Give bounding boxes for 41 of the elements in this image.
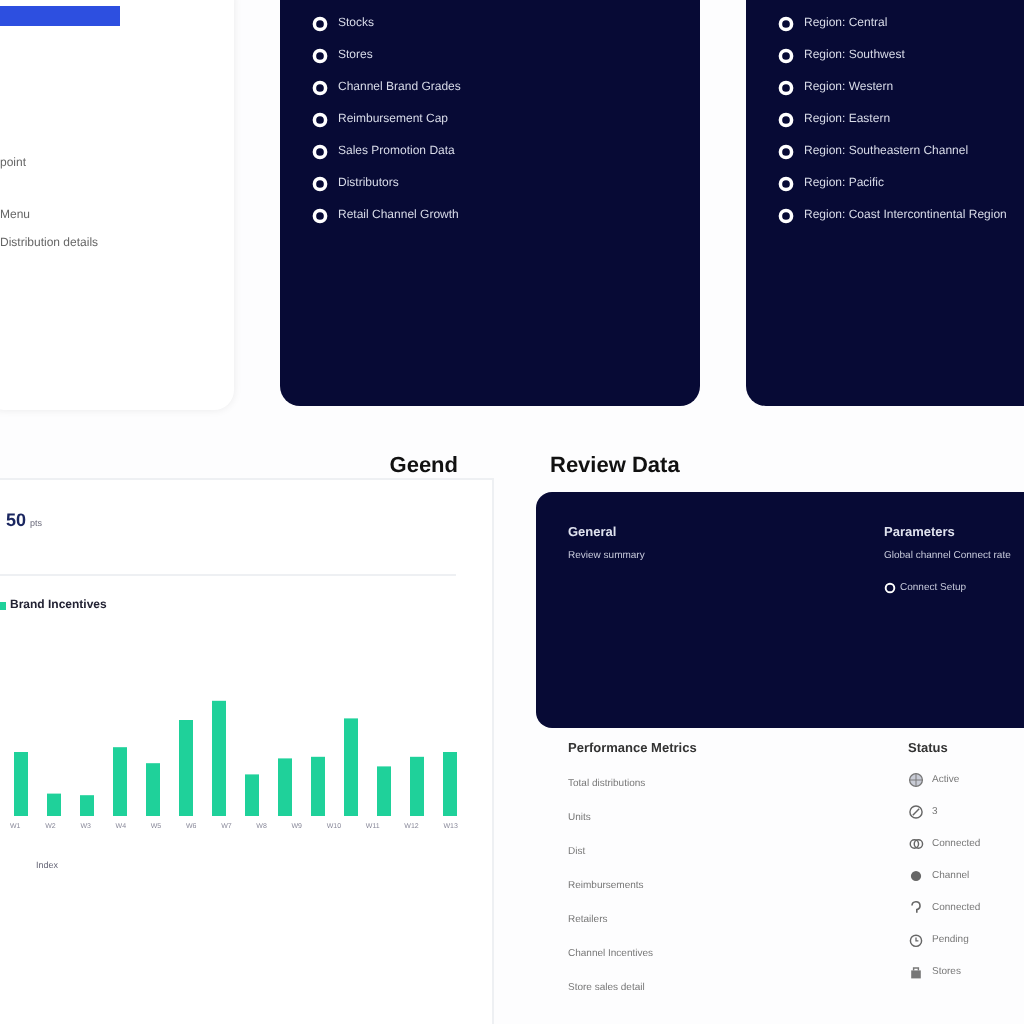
bullet-icon (312, 207, 328, 223)
chart-bar (377, 766, 391, 816)
bullet-icon (312, 15, 328, 31)
bag-icon (908, 963, 924, 979)
metric-value: 50 (6, 510, 27, 530)
radio-icon[interactable] (884, 582, 896, 594)
chart-bar (245, 774, 259, 816)
chart-bar (80, 795, 94, 816)
chart-bar (443, 752, 457, 816)
chart-bar (410, 756, 424, 816)
link-icon (908, 835, 924, 851)
bullet-icon (778, 47, 794, 63)
slash-circle-icon (908, 803, 924, 819)
bullet-icon (312, 175, 328, 191)
bullet-icon (778, 207, 794, 223)
bullet-icon (778, 79, 794, 95)
bullet-icon (778, 15, 794, 31)
section-heading: Review Data (550, 454, 680, 478)
legend-swatch (0, 602, 6, 610)
chart-bar (311, 756, 325, 816)
section-heading: Geend (389, 454, 458, 478)
chart-bar (278, 758, 292, 816)
chart-bar (14, 752, 28, 816)
chart-bar (212, 700, 226, 816)
header-bar (0, 6, 120, 26)
clock-icon (908, 931, 924, 947)
chart-bar (47, 793, 61, 816)
bullet-icon (312, 47, 328, 63)
hook-icon (908, 899, 924, 915)
chart-bar (344, 718, 358, 816)
bullet-icon (778, 175, 794, 191)
globe-icon (908, 771, 924, 787)
bullet-icon (312, 143, 328, 159)
chart-bar (179, 720, 193, 816)
bullet-icon (312, 79, 328, 95)
chart-bar (113, 747, 127, 816)
dot-icon (908, 867, 924, 883)
chart-bar (146, 763, 160, 816)
bullet-icon (778, 143, 794, 159)
bullet-icon (778, 111, 794, 127)
bullet-icon (312, 111, 328, 127)
